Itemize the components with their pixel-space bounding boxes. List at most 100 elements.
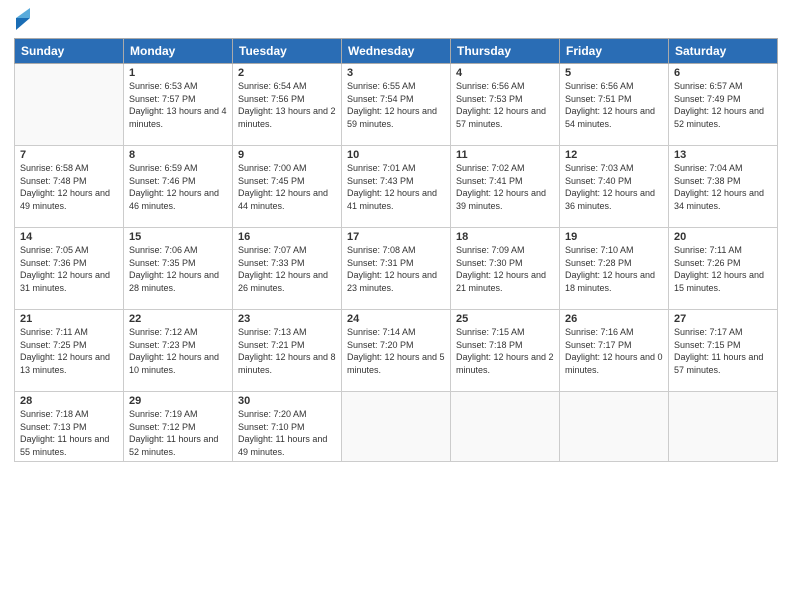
day-number: 15: [129, 231, 227, 243]
day-info: Sunrise: 7:09 AMSunset: 7:30 PMDaylight:…: [456, 244, 554, 294]
day-header-tuesday: Tuesday: [233, 39, 342, 64]
day-number: 9: [238, 149, 336, 161]
day-cell: [15, 64, 124, 146]
day-header-thursday: Thursday: [451, 39, 560, 64]
day-info: Sunrise: 6:56 AMSunset: 7:51 PMDaylight:…: [565, 80, 663, 130]
day-cell: 10Sunrise: 7:01 AMSunset: 7:43 PMDayligh…: [342, 146, 451, 228]
day-header-sunday: Sunday: [15, 39, 124, 64]
day-number: 19: [565, 231, 663, 243]
day-cell: 18Sunrise: 7:09 AMSunset: 7:30 PMDayligh…: [451, 228, 560, 310]
day-cell: 14Sunrise: 7:05 AMSunset: 7:36 PMDayligh…: [15, 228, 124, 310]
day-info: Sunrise: 7:02 AMSunset: 7:41 PMDaylight:…: [456, 162, 554, 212]
day-cell: [669, 392, 778, 462]
day-cell: 22Sunrise: 7:12 AMSunset: 7:23 PMDayligh…: [124, 310, 233, 392]
day-header-monday: Monday: [124, 39, 233, 64]
day-number: 20: [674, 231, 772, 243]
week-row-4: 21Sunrise: 7:11 AMSunset: 7:25 PMDayligh…: [15, 310, 778, 392]
day-number: 12: [565, 149, 663, 161]
header: [14, 10, 778, 30]
day-info: Sunrise: 7:11 AMSunset: 7:26 PMDaylight:…: [674, 244, 772, 294]
day-info: Sunrise: 7:18 AMSunset: 7:13 PMDaylight:…: [20, 408, 118, 458]
day-header-wednesday: Wednesday: [342, 39, 451, 64]
day-number: 26: [565, 313, 663, 325]
day-cell: 27Sunrise: 7:17 AMSunset: 7:15 PMDayligh…: [669, 310, 778, 392]
day-info: Sunrise: 7:07 AMSunset: 7:33 PMDaylight:…: [238, 244, 336, 294]
day-cell: 8Sunrise: 6:59 AMSunset: 7:46 PMDaylight…: [124, 146, 233, 228]
day-number: 24: [347, 313, 445, 325]
day-info: Sunrise: 7:08 AMSunset: 7:31 PMDaylight:…: [347, 244, 445, 294]
day-info: Sunrise: 6:56 AMSunset: 7:53 PMDaylight:…: [456, 80, 554, 130]
day-number: 16: [238, 231, 336, 243]
day-cell: 23Sunrise: 7:13 AMSunset: 7:21 PMDayligh…: [233, 310, 342, 392]
day-cell: 30Sunrise: 7:20 AMSunset: 7:10 PMDayligh…: [233, 392, 342, 462]
day-info: Sunrise: 6:58 AMSunset: 7:48 PMDaylight:…: [20, 162, 118, 212]
day-info: Sunrise: 7:10 AMSunset: 7:28 PMDaylight:…: [565, 244, 663, 294]
day-number: 23: [238, 313, 336, 325]
day-number: 27: [674, 313, 772, 325]
day-cell: 15Sunrise: 7:06 AMSunset: 7:35 PMDayligh…: [124, 228, 233, 310]
day-cell: 25Sunrise: 7:15 AMSunset: 7:18 PMDayligh…: [451, 310, 560, 392]
day-info: Sunrise: 7:16 AMSunset: 7:17 PMDaylight:…: [565, 326, 663, 376]
day-info: Sunrise: 7:01 AMSunset: 7:43 PMDaylight:…: [347, 162, 445, 212]
day-cell: 4Sunrise: 6:56 AMSunset: 7:53 PMDaylight…: [451, 64, 560, 146]
calendar-table: SundayMondayTuesdayWednesdayThursdayFrid…: [14, 38, 778, 462]
day-cell: 21Sunrise: 7:11 AMSunset: 7:25 PMDayligh…: [15, 310, 124, 392]
day-cell: 13Sunrise: 7:04 AMSunset: 7:38 PMDayligh…: [669, 146, 778, 228]
day-info: Sunrise: 6:54 AMSunset: 7:56 PMDaylight:…: [238, 80, 336, 130]
calendar-page: SundayMondayTuesdayWednesdayThursdayFrid…: [0, 0, 792, 612]
day-info: Sunrise: 7:04 AMSunset: 7:38 PMDaylight:…: [674, 162, 772, 212]
day-info: Sunrise: 6:55 AMSunset: 7:54 PMDaylight:…: [347, 80, 445, 130]
day-number: 13: [674, 149, 772, 161]
day-cell: 19Sunrise: 7:10 AMSunset: 7:28 PMDayligh…: [560, 228, 669, 310]
day-cell: 24Sunrise: 7:14 AMSunset: 7:20 PMDayligh…: [342, 310, 451, 392]
day-number: 25: [456, 313, 554, 325]
day-cell: 6Sunrise: 6:57 AMSunset: 7:49 PMDaylight…: [669, 64, 778, 146]
day-number: 18: [456, 231, 554, 243]
day-number: 3: [347, 67, 445, 79]
day-info: Sunrise: 6:53 AMSunset: 7:57 PMDaylight:…: [129, 80, 227, 130]
day-number: 8: [129, 149, 227, 161]
day-info: Sunrise: 7:14 AMSunset: 7:20 PMDaylight:…: [347, 326, 445, 376]
day-number: 6: [674, 67, 772, 79]
day-cell: 7Sunrise: 6:58 AMSunset: 7:48 PMDaylight…: [15, 146, 124, 228]
day-number: 11: [456, 149, 554, 161]
day-number: 1: [129, 67, 227, 79]
day-number: 21: [20, 313, 118, 325]
week-row-5: 28Sunrise: 7:18 AMSunset: 7:13 PMDayligh…: [15, 392, 778, 462]
day-info: Sunrise: 7:11 AMSunset: 7:25 PMDaylight:…: [20, 326, 118, 376]
day-number: 30: [238, 395, 336, 407]
day-number: 2: [238, 67, 336, 79]
day-cell: 16Sunrise: 7:07 AMSunset: 7:33 PMDayligh…: [233, 228, 342, 310]
day-number: 22: [129, 313, 227, 325]
day-info: Sunrise: 7:06 AMSunset: 7:35 PMDaylight:…: [129, 244, 227, 294]
day-info: Sunrise: 7:00 AMSunset: 7:45 PMDaylight:…: [238, 162, 336, 212]
day-cell: 28Sunrise: 7:18 AMSunset: 7:13 PMDayligh…: [15, 392, 124, 462]
day-header-friday: Friday: [560, 39, 669, 64]
day-info: Sunrise: 7:20 AMSunset: 7:10 PMDaylight:…: [238, 408, 336, 458]
day-header-saturday: Saturday: [669, 39, 778, 64]
day-cell: [560, 392, 669, 462]
day-info: Sunrise: 6:59 AMSunset: 7:46 PMDaylight:…: [129, 162, 227, 212]
day-cell: 17Sunrise: 7:08 AMSunset: 7:31 PMDayligh…: [342, 228, 451, 310]
day-number: 5: [565, 67, 663, 79]
day-info: Sunrise: 7:15 AMSunset: 7:18 PMDaylight:…: [456, 326, 554, 376]
day-number: 17: [347, 231, 445, 243]
day-cell: 11Sunrise: 7:02 AMSunset: 7:41 PMDayligh…: [451, 146, 560, 228]
day-cell: 2Sunrise: 6:54 AMSunset: 7:56 PMDaylight…: [233, 64, 342, 146]
day-info: Sunrise: 7:12 AMSunset: 7:23 PMDaylight:…: [129, 326, 227, 376]
day-info: Sunrise: 7:17 AMSunset: 7:15 PMDaylight:…: [674, 326, 772, 376]
day-number: 4: [456, 67, 554, 79]
day-cell: 26Sunrise: 7:16 AMSunset: 7:17 PMDayligh…: [560, 310, 669, 392]
day-cell: 20Sunrise: 7:11 AMSunset: 7:26 PMDayligh…: [669, 228, 778, 310]
day-number: 10: [347, 149, 445, 161]
day-number: 7: [20, 149, 118, 161]
day-number: 14: [20, 231, 118, 243]
day-info: Sunrise: 7:05 AMSunset: 7:36 PMDaylight:…: [20, 244, 118, 294]
day-cell: [342, 392, 451, 462]
day-number: 29: [129, 395, 227, 407]
day-cell: 9Sunrise: 7:00 AMSunset: 7:45 PMDaylight…: [233, 146, 342, 228]
week-row-3: 14Sunrise: 7:05 AMSunset: 7:36 PMDayligh…: [15, 228, 778, 310]
day-cell: 29Sunrise: 7:19 AMSunset: 7:12 PMDayligh…: [124, 392, 233, 462]
day-cell: 5Sunrise: 6:56 AMSunset: 7:51 PMDaylight…: [560, 64, 669, 146]
week-row-1: 1Sunrise: 6:53 AMSunset: 7:57 PMDaylight…: [15, 64, 778, 146]
